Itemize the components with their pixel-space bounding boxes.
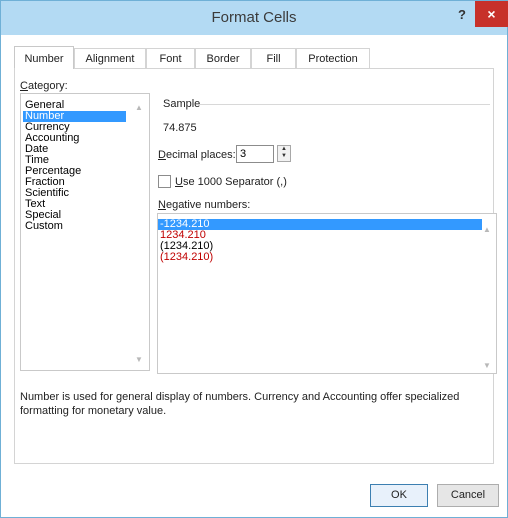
- category-label: Category:: [20, 80, 68, 92]
- negative-number-item[interactable]: -1234.210: [158, 219, 482, 230]
- tab-fill[interactable]: Fill: [251, 48, 296, 68]
- tab-number[interactable]: Number: [14, 46, 74, 69]
- tab-border[interactable]: Border: [195, 48, 251, 68]
- sample-label: Sample: [163, 98, 201, 110]
- negative-scroll-down-icon[interactable]: ▼: [483, 362, 491, 370]
- spin-down-icon[interactable]: ▼: [278, 153, 290, 160]
- decimal-places-value: 3: [240, 148, 247, 160]
- ok-button[interactable]: OK: [370, 484, 428, 507]
- category-scroll-up-icon[interactable]: ▲: [135, 104, 143, 112]
- tab-font[interactable]: Font: [146, 48, 195, 68]
- sample-group-line: [200, 104, 490, 105]
- tab-protection[interactable]: Protection: [296, 48, 370, 68]
- separator-label: Use 1000 Separator (,): [175, 176, 287, 188]
- negative-scroll-up-icon[interactable]: ▲: [483, 226, 491, 234]
- category-list[interactable]: General Number Currency Accounting Date …: [20, 93, 150, 371]
- dialog-title: Format Cells: [211, 9, 297, 26]
- category-scroll-down-icon[interactable]: ▼: [135, 356, 143, 364]
- help-button[interactable]: ?: [454, 5, 470, 25]
- decimal-places-input[interactable]: 3: [236, 145, 274, 163]
- close-button[interactable]: ×: [475, 1, 508, 27]
- separator-checkbox[interactable]: [158, 175, 171, 188]
- decimal-places-label: Decimal places:: [158, 149, 236, 161]
- negative-numbers-list[interactable]: -1234.210 1234.210 (1234.210) (1234.210)…: [157, 213, 497, 374]
- decimal-places-spinner[interactable]: ▲ ▼: [277, 145, 291, 162]
- tab-alignment[interactable]: Alignment: [74, 48, 146, 68]
- title-bar[interactable]: Format Cells ? ×: [1, 1, 508, 35]
- category-item-custom[interactable]: Custom: [23, 221, 65, 232]
- cancel-button[interactable]: Cancel: [437, 484, 499, 507]
- negative-number-item[interactable]: (1234.210): [158, 252, 215, 263]
- spin-up-icon[interactable]: ▲: [278, 146, 290, 153]
- category-description: Number is used for general display of nu…: [20, 391, 460, 417]
- negative-numbers-label: Negative numbers:: [158, 199, 251, 211]
- sample-value: 74.875: [163, 122, 197, 134]
